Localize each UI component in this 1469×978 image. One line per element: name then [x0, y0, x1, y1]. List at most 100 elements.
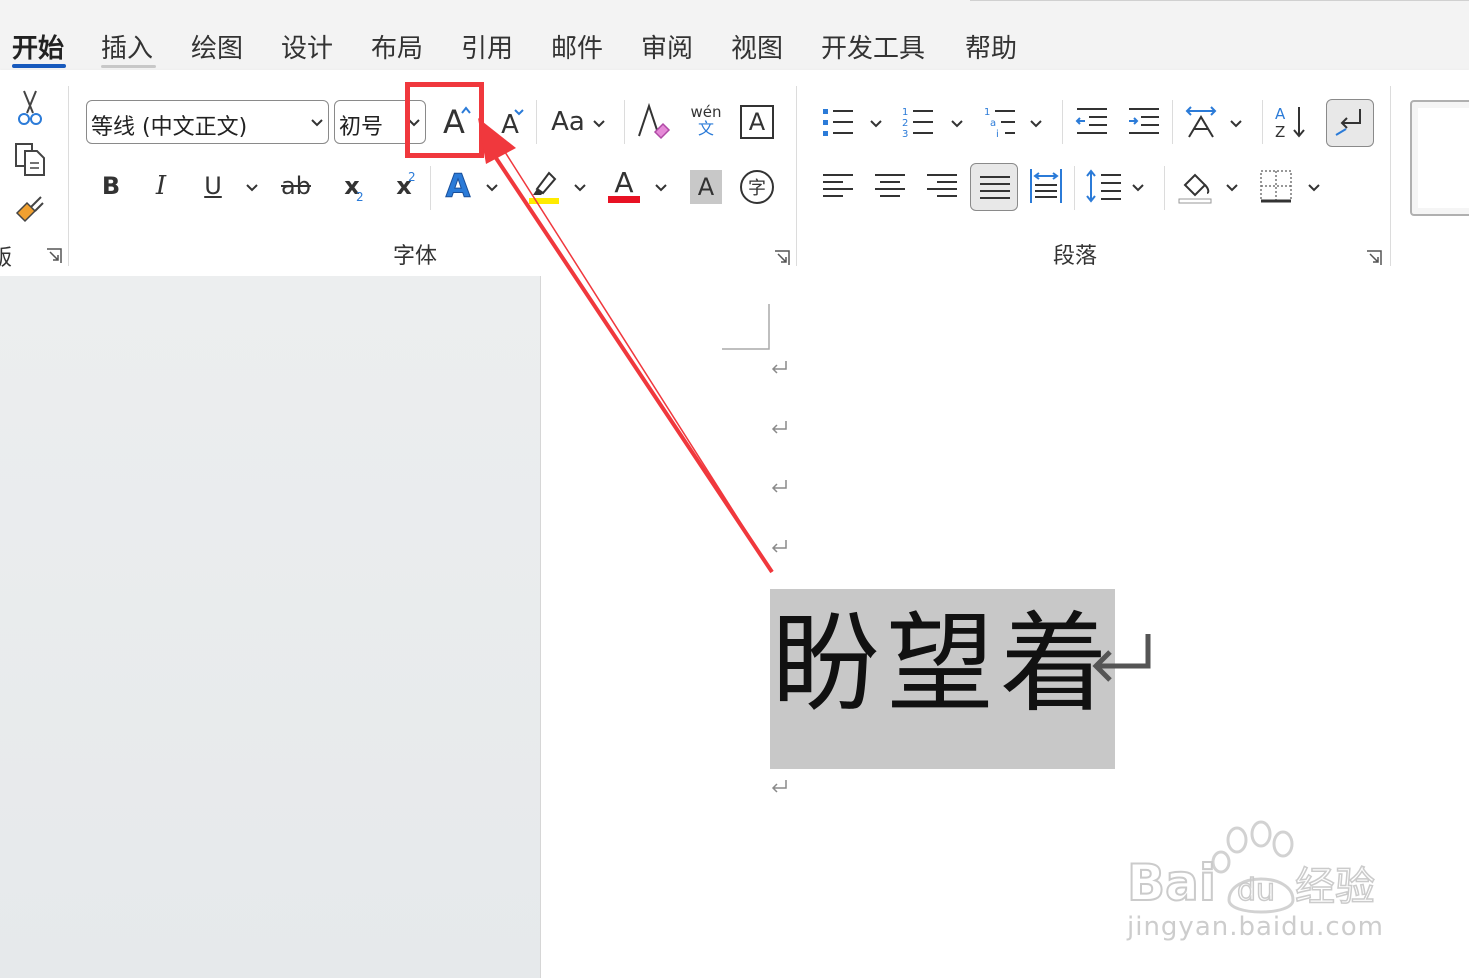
font-color-icon: A	[614, 165, 634, 199]
chevron-down-icon[interactable]	[1131, 183, 1145, 193]
justify-button[interactable]	[970, 163, 1018, 211]
tab-help[interactable]: 帮助	[965, 28, 1017, 65]
clipboard-dialog-launcher-icon[interactable]	[46, 248, 62, 264]
paragraph-mark-icon	[771, 480, 787, 493]
character-border-icon: A	[748, 108, 766, 136]
underline-button[interactable]: U	[198, 168, 228, 204]
character-shading-icon: A	[697, 173, 715, 201]
tab-mailings[interactable]: 邮件	[551, 28, 603, 65]
chinese-layout-button[interactable]	[1182, 102, 1220, 142]
clear-formatting-icon	[638, 102, 671, 140]
tab-layout[interactable]: 布局	[371, 28, 423, 65]
chevron-down-icon[interactable]	[245, 183, 259, 193]
tab-draw[interactable]: 绘图	[191, 28, 243, 65]
borders-icon	[1260, 170, 1292, 203]
strikethrough-button[interactable]: ab	[276, 168, 316, 204]
group-separator	[1062, 100, 1063, 144]
enclose-characters-button[interactable]: 字	[740, 170, 774, 204]
group-separator	[1164, 166, 1165, 210]
italic-button[interactable]: I	[146, 168, 176, 204]
tab-developer[interactable]: 开发工具	[821, 28, 925, 65]
chevron-down-icon[interactable]	[1307, 183, 1321, 193]
svg-text:2: 2	[902, 118, 908, 129]
change-case-button[interactable]: Aa	[546, 100, 590, 144]
paint-bucket-icon	[1178, 173, 1212, 204]
group-separator	[1074, 166, 1075, 210]
font-name-combo[interactable]: 等线 (中文正文)	[86, 100, 329, 144]
align-left-button[interactable]	[820, 168, 856, 204]
tab-insert[interactable]: 插入	[101, 28, 153, 65]
clear-formatting-button[interactable]	[634, 100, 674, 144]
borders-button[interactable]	[1258, 168, 1294, 204]
font-dialog-launcher-icon[interactable]	[774, 250, 790, 266]
shading-button[interactable]	[1176, 166, 1216, 206]
group-separator	[536, 100, 537, 144]
distributed-button[interactable]	[1028, 166, 1064, 206]
copy-icon[interactable]	[12, 140, 48, 178]
align-center-button[interactable]	[872, 168, 908, 204]
font-color-swatch	[608, 196, 640, 203]
phonetic-top-text: wén	[690, 103, 722, 121]
chevron-down-icon[interactable]	[485, 183, 499, 193]
highlight-button[interactable]	[526, 166, 562, 206]
line-spacing-button[interactable]	[1084, 166, 1124, 206]
chevron-down-icon[interactable]	[950, 119, 964, 129]
text-effects-button[interactable]: A	[440, 166, 476, 206]
group-separator	[68, 86, 69, 266]
underline-icon: U	[204, 172, 222, 200]
font-name-value: 等线 (中文正文)	[91, 115, 248, 140]
justify-icon	[980, 176, 1010, 199]
bullets-button[interactable]	[820, 104, 856, 140]
selected-document-text[interactable]: 盼望着	[772, 600, 1114, 730]
text-effects-icon: A	[445, 167, 471, 206]
paragraph-dialog-launcher-icon[interactable]	[1366, 250, 1382, 266]
font-group-label: 字体	[393, 244, 438, 269]
chinese-layout-icon	[1185, 106, 1217, 138]
chevron-down-icon[interactable]	[1229, 119, 1243, 129]
cut-icon[interactable]	[14, 88, 46, 128]
chevron-down-icon[interactable]	[592, 119, 606, 129]
increase-indent-button[interactable]	[1126, 104, 1162, 140]
character-border-button[interactable]: A	[740, 105, 774, 139]
tab-view[interactable]: 视图	[731, 28, 783, 65]
subscript-button[interactable]: x 2	[336, 168, 368, 204]
numbering-icon: 123	[902, 107, 933, 139]
document-left-margin	[0, 276, 540, 978]
svg-text:i: i	[996, 129, 999, 139]
font-color-button[interactable]: A	[606, 166, 642, 206]
strikethrough-icon: ab	[281, 172, 311, 200]
multilevel-list-button[interactable]: 1ai	[982, 104, 1018, 140]
chevron-down-icon[interactable]	[654, 183, 668, 193]
style-preview[interactable]	[1418, 108, 1469, 208]
svg-text:Bai: Bai	[1127, 854, 1216, 912]
annotation-highlight-box	[405, 82, 484, 158]
phonetic-guide-button[interactable]: wén 文	[688, 104, 724, 144]
svg-text:du: du	[1237, 873, 1275, 908]
tab-review[interactable]: 审阅	[641, 28, 693, 65]
svg-text:a: a	[990, 118, 996, 129]
styles-gallery[interactable]	[1410, 100, 1469, 216]
bold-button[interactable]: B	[96, 168, 126, 204]
group-separator	[1262, 100, 1263, 144]
ribbon-tab-bar: 开始 插入 绘图 设计 布局 引用 邮件 审阅 视图 开发工具 帮助	[0, 0, 1469, 70]
show-hide-marks-button[interactable]	[1326, 99, 1374, 147]
superscript-button[interactable]: x 2	[388, 168, 420, 204]
character-shading-button[interactable]: A	[690, 170, 722, 204]
shrink-font-button[interactable]: A	[490, 100, 530, 144]
chevron-down-icon[interactable]	[1029, 119, 1043, 129]
decrease-indent-button[interactable]	[1074, 104, 1110, 140]
tab-design[interactable]: 设计	[281, 28, 333, 65]
format-painter-icon[interactable]	[12, 190, 48, 226]
svg-text:A: A	[1275, 105, 1286, 123]
sort-button[interactable]: AZ	[1272, 102, 1310, 142]
chevron-down-icon	[311, 119, 323, 127]
margin-corner-marker	[722, 304, 770, 350]
chevron-down-icon[interactable]	[869, 119, 883, 129]
align-center-icon	[875, 174, 905, 197]
numbering-button[interactable]: 123	[900, 104, 936, 140]
chevron-down-icon[interactable]	[1225, 183, 1239, 193]
chevron-down-icon[interactable]	[573, 183, 587, 193]
align-right-button[interactable]	[924, 168, 960, 204]
tab-references[interactable]: 引用	[461, 28, 513, 65]
tab-home[interactable]: 开始	[12, 28, 64, 65]
